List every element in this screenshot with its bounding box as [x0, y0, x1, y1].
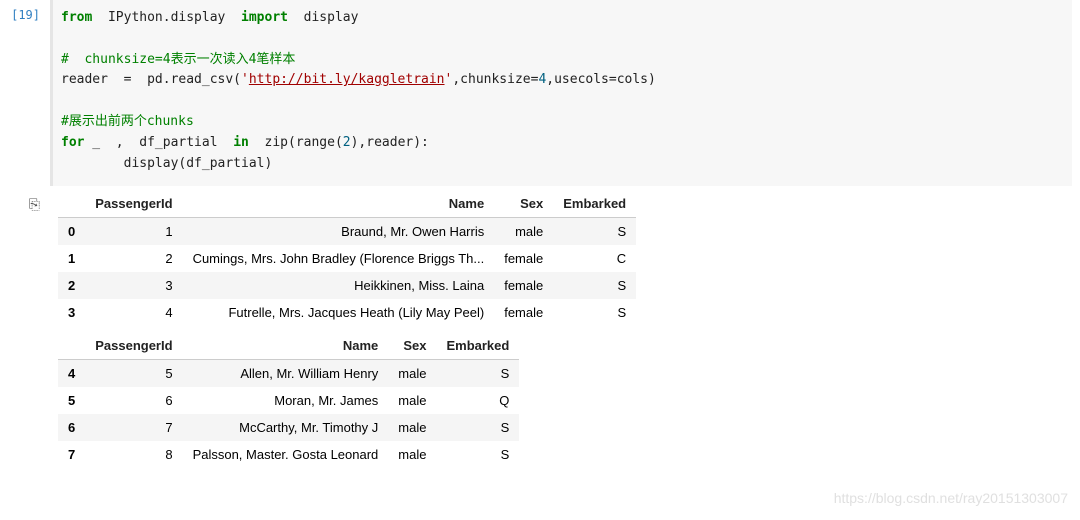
- cell: Allen, Mr. William Henry: [183, 360, 389, 388]
- col-index: [58, 190, 85, 218]
- output-body: PassengerId Name Sex Embarked 0 1 Braund…: [50, 190, 1080, 474]
- cell: male: [388, 414, 436, 441]
- kw-in: in: [233, 135, 249, 150]
- code-reader-c: ,usecols=cols): [546, 72, 656, 87]
- input-prompt: [19]: [0, 0, 50, 22]
- row-index: 0: [58, 218, 85, 246]
- cell: 5: [85, 360, 182, 388]
- table-row: 3 4 Futrelle, Mrs. Jacques Heath (Lily M…: [58, 299, 636, 326]
- row-index: 4: [58, 360, 85, 388]
- cell: S: [553, 272, 636, 299]
- zip-b: ),reader):: [351, 135, 429, 150]
- col-index: [58, 332, 85, 360]
- import-name: display: [304, 10, 359, 25]
- code-reader-b: ,chunksize=: [452, 72, 538, 87]
- row-index: 6: [58, 414, 85, 441]
- comment-2: #展示出前两个chunks: [61, 114, 194, 129]
- for-vars: _ , df_partial: [84, 135, 233, 150]
- cell: male: [388, 387, 436, 414]
- cell: Braund, Mr. Owen Harris: [183, 218, 495, 246]
- output-cell: ⎘ PassengerId Name Sex Embarked 0 1 Brau…: [0, 190, 1080, 474]
- cell: McCarthy, Mr. Timothy J: [183, 414, 389, 441]
- output-prompt: ⎘: [0, 190, 50, 213]
- table-row: 0 1 Braund, Mr. Owen Harris male S: [58, 218, 636, 246]
- row-index: 5: [58, 387, 85, 414]
- num-2: 2: [343, 135, 351, 150]
- table-row: 1 2 Cumings, Mrs. John Bradley (Florence…: [58, 245, 636, 272]
- url-string: http://bit.ly/kaggletrain: [249, 72, 445, 87]
- row-index: 7: [58, 441, 85, 468]
- col-name: Name: [183, 190, 495, 218]
- cell: S: [553, 299, 636, 326]
- cell: S: [436, 360, 519, 388]
- module-name: IPython.display: [108, 10, 225, 25]
- cell: Cumings, Mrs. John Bradley (Florence Bri…: [183, 245, 495, 272]
- col-name: Name: [183, 332, 389, 360]
- cell: 1: [85, 218, 182, 246]
- col-sex: Sex: [388, 332, 436, 360]
- col-embarked: Embarked: [436, 332, 519, 360]
- col-passengerid: PassengerId: [85, 190, 182, 218]
- table-row: 2 3 Heikkinen, Miss. Laina female S: [58, 272, 636, 299]
- cell: Futrelle, Mrs. Jacques Heath (Lily May P…: [183, 299, 495, 326]
- table-header-row: PassengerId Name Sex Embarked: [58, 332, 519, 360]
- cell: Palsson, Master. Gosta Leonard: [183, 441, 389, 468]
- table-row: 4 5 Allen, Mr. William Henry male S: [58, 360, 519, 388]
- dataframe-1: PassengerId Name Sex Embarked 0 1 Braund…: [58, 190, 636, 326]
- display-call: display(df_partial): [61, 156, 272, 171]
- cell: Moran, Mr. James: [183, 387, 389, 414]
- input-cell: [19] from IPython.display import display…: [0, 0, 1080, 186]
- table-row: 7 8 Palsson, Master. Gosta Leonard male …: [58, 441, 519, 468]
- cell: S: [436, 441, 519, 468]
- cell: S: [553, 218, 636, 246]
- dataframe-2: PassengerId Name Sex Embarked 4 5 Allen,…: [58, 332, 519, 468]
- cell: male: [494, 218, 553, 246]
- code-block[interactable]: from IPython.display import display # ch…: [53, 8, 1062, 174]
- table-row: 5 6 Moran, Mr. James male Q: [58, 387, 519, 414]
- cell: Q: [436, 387, 519, 414]
- col-embarked: Embarked: [553, 190, 636, 218]
- zip-a: zip(range(: [249, 135, 343, 150]
- cell: 2: [85, 245, 182, 272]
- cell: C: [553, 245, 636, 272]
- cell: 3: [85, 272, 182, 299]
- cell: female: [494, 299, 553, 326]
- kw-for: for: [61, 135, 84, 150]
- cell: female: [494, 272, 553, 299]
- row-index: 3: [58, 299, 85, 326]
- col-sex: Sex: [494, 190, 553, 218]
- table-row: 6 7 McCarthy, Mr. Timothy J male S: [58, 414, 519, 441]
- cell: male: [388, 360, 436, 388]
- cell: S: [436, 414, 519, 441]
- code-area[interactable]: from IPython.display import display # ch…: [50, 0, 1072, 186]
- comment-1: # chunksize=4表示一次读入4笔样本: [61, 52, 295, 67]
- cell: 4: [85, 299, 182, 326]
- quote-open: ': [241, 72, 249, 87]
- cell: 6: [85, 387, 182, 414]
- row-index: 1: [58, 245, 85, 272]
- col-passengerid: PassengerId: [85, 332, 182, 360]
- output-icon: ⎘: [29, 196, 40, 213]
- kw-import: import: [241, 10, 288, 25]
- row-index: 2: [58, 272, 85, 299]
- cell: Heikkinen, Miss. Laina: [183, 272, 495, 299]
- kw-from: from: [61, 10, 92, 25]
- code-reader-a: reader = pd.read_csv(: [61, 72, 241, 87]
- cell: male: [388, 441, 436, 468]
- cell: female: [494, 245, 553, 272]
- cell: 8: [85, 441, 182, 468]
- table-header-row: PassengerId Name Sex Embarked: [58, 190, 636, 218]
- watermark: https://blog.csdn.net/ray20151303007: [834, 490, 1068, 506]
- cell: 7: [85, 414, 182, 441]
